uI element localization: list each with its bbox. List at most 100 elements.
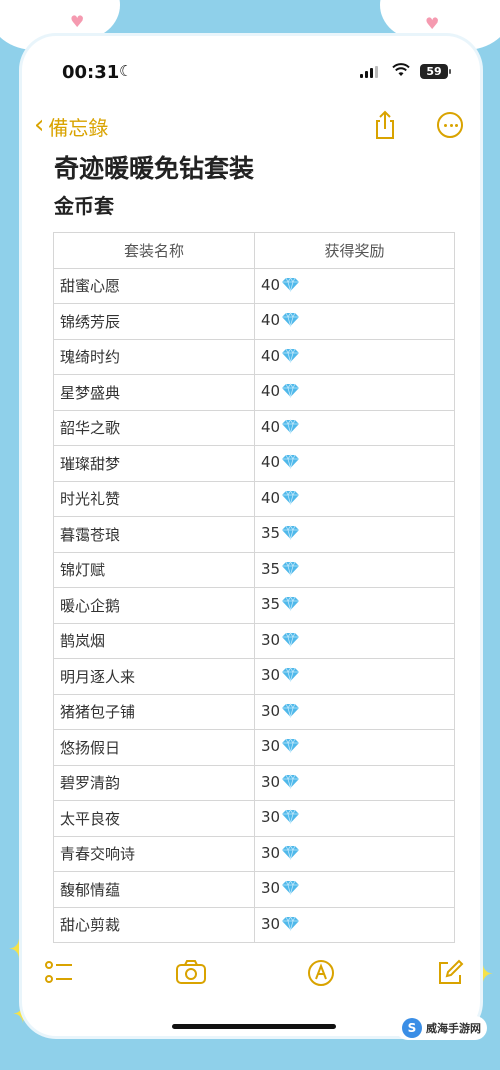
reward-value: 30 (261, 737, 281, 756)
watermark: S 威海手游网 (396, 1016, 487, 1040)
reward-value: 30 (261, 666, 281, 685)
diamond-icon (281, 809, 300, 828)
suits-table: 套装名称 获得奖励 甜蜜心愿 40 锦绣芳辰 40 瑰绮时约 40 星梦盛典 40 韶华之歌 40… (53, 232, 455, 943)
diamond-icon (281, 880, 300, 899)
markup-button[interactable] (307, 959, 335, 991)
diamond-icon (281, 454, 300, 473)
table-row: 星梦盛典 40 (53, 374, 455, 411)
suit-name-cell: 悠扬假日 (53, 729, 255, 766)
diamond-icon (281, 915, 300, 935)
camera-icon (176, 960, 206, 984)
camera-button[interactable] (175, 959, 207, 989)
reward-value: 40 (261, 311, 281, 330)
compose-button[interactable] (436, 959, 464, 991)
reward-value: 35 (261, 559, 281, 578)
bottom-toolbar (22, 951, 480, 1001)
diamond-icon (281, 525, 300, 544)
reward-cell: 30 (254, 800, 455, 837)
navigation-bar: ‹ 備忘錄 (22, 106, 480, 146)
heart-decoration-icon: ♥ (425, 14, 440, 33)
heart-decoration-icon: ♥ (70, 12, 85, 31)
table-row: 时光礼赞 40 (53, 480, 455, 517)
diamond-icon (281, 489, 300, 509)
diamond-icon (281, 312, 300, 331)
reward-value: 30 (261, 808, 281, 827)
reward-cell: 35 (254, 551, 455, 588)
reward-value: 40 (261, 417, 281, 436)
phone-screen: 00:31 ☾ 59 ‹ 備忘錄 奇迹暖暖免钻套装 金币套 套装名称 获得奖励 … (22, 36, 480, 1036)
column-header-suit-name: 套装名称 (53, 232, 255, 269)
reward-cell: 30 (254, 658, 455, 695)
diamond-icon (281, 276, 300, 296)
note-title: 奇迹暖暖免钻套装 (54, 154, 255, 183)
table-row: 暮霭苍琅 35 (53, 516, 455, 553)
reward-cell: 30 (254, 622, 455, 659)
table-row: 青春交响诗 30 (53, 835, 455, 872)
suit-name-cell: 时光礼赞 (53, 480, 255, 517)
suit-name-cell: 星梦盛典 (53, 374, 255, 411)
suit-name-cell: 馥郁情蕴 (53, 871, 255, 908)
diamond-icon (281, 596, 300, 615)
reward-value: 40 (261, 488, 281, 507)
suit-name-cell: 甜心剪裁 (53, 906, 255, 943)
table-row: 碧罗清韵 30 (53, 764, 455, 801)
status-bar: 00:31 ☾ 59 (22, 36, 480, 96)
reward-value: 35 (261, 524, 281, 543)
table-row: 悠扬假日 30 (53, 729, 455, 766)
table-row: 馥郁情蕴 30 (53, 871, 455, 908)
table-row: 明月逐人来 30 (53, 658, 455, 695)
table-row: 鹊岚烟 30 (53, 622, 455, 659)
reward-value: 30 (261, 701, 281, 720)
checklist-button[interactable] (44, 959, 74, 991)
diamond-icon (281, 773, 300, 793)
reward-cell: 40 (254, 409, 455, 446)
back-label: 備忘錄 (48, 116, 109, 140)
back-button[interactable]: ‹ 備忘錄 (34, 112, 108, 141)
share-icon (376, 110, 394, 139)
table-row: 猪猪包子铺 30 (53, 693, 455, 730)
table-row: 暖心企鹅 35 (53, 587, 455, 624)
battery-tip (449, 69, 451, 74)
reward-cell: 35 (254, 587, 455, 624)
reward-cell: 30 (254, 871, 455, 908)
diamond-icon (281, 631, 300, 651)
note-subtitle: 金币套 (54, 194, 114, 218)
table-header-row: 套装名称 获得奖励 (53, 232, 455, 269)
watermark-text: 威海手游网 (426, 1022, 481, 1035)
table-row: 锦灯赋 35 (53, 551, 455, 588)
compose-icon (439, 959, 464, 984)
reward-value: 30 (261, 843, 281, 862)
reward-cell: 30 (254, 693, 455, 730)
reward-cell: 40 (254, 338, 455, 375)
reward-value: 30 (261, 630, 281, 649)
reward-value: 40 (261, 346, 281, 365)
diamond-icon (281, 738, 300, 757)
home-indicator[interactable] (172, 1024, 336, 1029)
status-time: 00:31 (62, 62, 120, 83)
table-row: 太平良夜 30 (53, 800, 455, 837)
reward-cell: 40 (254, 480, 455, 517)
share-button[interactable] (372, 110, 398, 140)
diamond-icon (281, 560, 300, 580)
column-header-reward: 获得奖励 (254, 232, 455, 269)
reward-value: 30 (261, 772, 281, 791)
table-row: 韶华之歌 40 (53, 409, 455, 446)
suit-name-cell: 青春交响诗 (53, 835, 255, 872)
suit-name-cell: 甜蜜心愿 (53, 267, 255, 304)
diamond-icon (281, 418, 300, 438)
reward-cell: 40 (254, 445, 455, 482)
suit-name-cell: 太平良夜 (53, 800, 255, 837)
wifi-icon (392, 62, 410, 82)
table-row: 甜心剪裁 30 (53, 906, 455, 943)
suit-name-cell: 璀璨甜梦 (53, 445, 255, 482)
reward-cell: 40 (254, 303, 455, 340)
reward-value: 40 (261, 275, 281, 294)
markup-pen-icon (308, 960, 334, 986)
suit-name-cell: 锦绣芳辰 (53, 303, 255, 340)
suit-name-cell: 韶华之歌 (53, 409, 255, 446)
table-row: 锦绣芳辰 40 (53, 303, 455, 340)
watermark-logo-icon: S (402, 1018, 422, 1038)
more-options-button[interactable] (437, 112, 463, 138)
reward-cell: 30 (254, 764, 455, 801)
table-row: 甜蜜心愿 40 (53, 267, 455, 304)
